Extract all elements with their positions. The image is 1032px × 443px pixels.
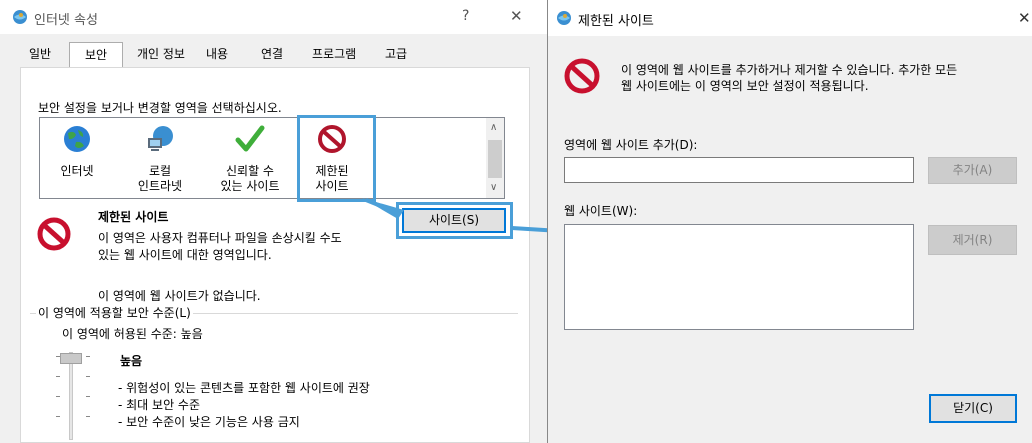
- security-slider-thumb[interactable]: [60, 353, 82, 364]
- slider-tick: [56, 416, 60, 417]
- add-site-input[interactable]: [564, 157, 914, 183]
- zone-intranet-label-2: 인트라넷: [137, 179, 183, 193]
- tab-security[interactable]: 보안: [69, 42, 123, 68]
- dialog-info-line2: 웹 사이트에는 이 영역의 보안 설정이 적용됩니다.: [621, 79, 869, 93]
- slider-tick: [86, 356, 90, 357]
- zone-trusted-label-2: 있는 사이트: [220, 179, 280, 193]
- allowed-level-text: 이 영역에 허용된 수준: 높음: [62, 327, 203, 341]
- zone-trusted-sites[interactable]: 신뢰할 수 있는 사이트: [210, 120, 290, 198]
- dialog-title: 제한된 사이트: [578, 14, 654, 29]
- ie-app-icon: [557, 11, 571, 25]
- sites-button[interactable]: 사이트(S): [402, 208, 506, 233]
- remove-button[interactable]: 제거(R): [928, 225, 1017, 255]
- zone-heading: 제한된 사이트: [98, 210, 169, 224]
- callout-restricted-zone: [297, 115, 376, 202]
- zone-internet[interactable]: 인터넷: [45, 120, 109, 198]
- tab-general[interactable]: 일반: [22, 44, 58, 66]
- tab-programs[interactable]: 프로그램: [305, 44, 363, 66]
- close-button[interactable]: ✕: [510, 7, 523, 25]
- level-bullet-3: - 보안 수준이 낮은 기능은 사용 금지: [118, 415, 300, 429]
- slider-tick: [56, 376, 60, 377]
- level-bullet-1: - 위험성이 있는 콘텐츠를 포함한 웹 사이트에 권장: [118, 381, 370, 395]
- level-bullet-2: - 최대 보안 수준: [118, 398, 201, 412]
- slider-tick: [86, 396, 90, 397]
- tab-advanced[interactable]: 고급: [378, 44, 414, 66]
- add-button[interactable]: 추가(A): [928, 157, 1017, 184]
- dialog-close-button[interactable]: ✕: [1018, 9, 1031, 27]
- scroll-down-icon[interactable]: ∨: [490, 182, 497, 193]
- level-name: 높음: [120, 354, 143, 368]
- slider-tick: [86, 376, 90, 377]
- restricted-large-icon: [37, 217, 71, 251]
- zone-description-line2: 있는 웹 사이트에 대한 영역입니다.: [98, 248, 272, 262]
- zone-description-line1: 이 영역은 사용자 컴퓨터나 파일을 손상시킬 수도: [98, 231, 342, 245]
- zone-trusted-label-1: 신뢰할 수: [226, 164, 274, 178]
- scroll-thumb[interactable]: [488, 140, 502, 178]
- restricted-info-icon: [564, 58, 600, 94]
- slider-tick: [56, 396, 60, 397]
- zone-instruction: 보안 설정을 보거나 변경할 영역을 선택하십시오.: [38, 101, 282, 115]
- globe-icon: [64, 126, 90, 152]
- tab-content[interactable]: 내용: [199, 44, 235, 66]
- dialog-info-line1: 이 영역에 웹 사이트를 추가하거나 제거할 수 있습니다. 추가한 모든: [621, 63, 958, 77]
- no-sites-text: 이 영역에 웹 사이트가 없습니다.: [98, 289, 261, 303]
- scroll-up-icon[interactable]: ∧: [490, 122, 497, 133]
- websites-list[interactable]: [564, 224, 914, 330]
- close-dialog-button[interactable]: 닫기(C): [929, 394, 1017, 423]
- checkmark-icon: [235, 125, 265, 152]
- slider-tick: [86, 416, 90, 417]
- add-site-label: 영역에 웹 사이트 추가(D):: [564, 138, 698, 152]
- security-slider-track[interactable]: [69, 352, 73, 440]
- websites-label: 웹 사이트(W):: [564, 204, 638, 218]
- zone-intranet-label-1: 로컬: [148, 164, 172, 178]
- zone-local-intranet[interactable]: 로컬 인트라넷: [128, 120, 192, 198]
- ie-app-icon: [13, 10, 27, 24]
- security-level-label: 이 영역에 적용할 보안 수준(L): [36, 304, 193, 321]
- tab-connections[interactable]: 연결: [254, 44, 290, 66]
- help-button[interactable]: ?: [462, 8, 469, 24]
- window-title: 인터넷 속성: [34, 13, 98, 28]
- zone-internet-label: 인터넷: [60, 164, 94, 178]
- network-icon: [148, 126, 173, 151]
- slider-tick: [56, 356, 60, 357]
- tab-privacy[interactable]: 개인 정보: [130, 44, 192, 66]
